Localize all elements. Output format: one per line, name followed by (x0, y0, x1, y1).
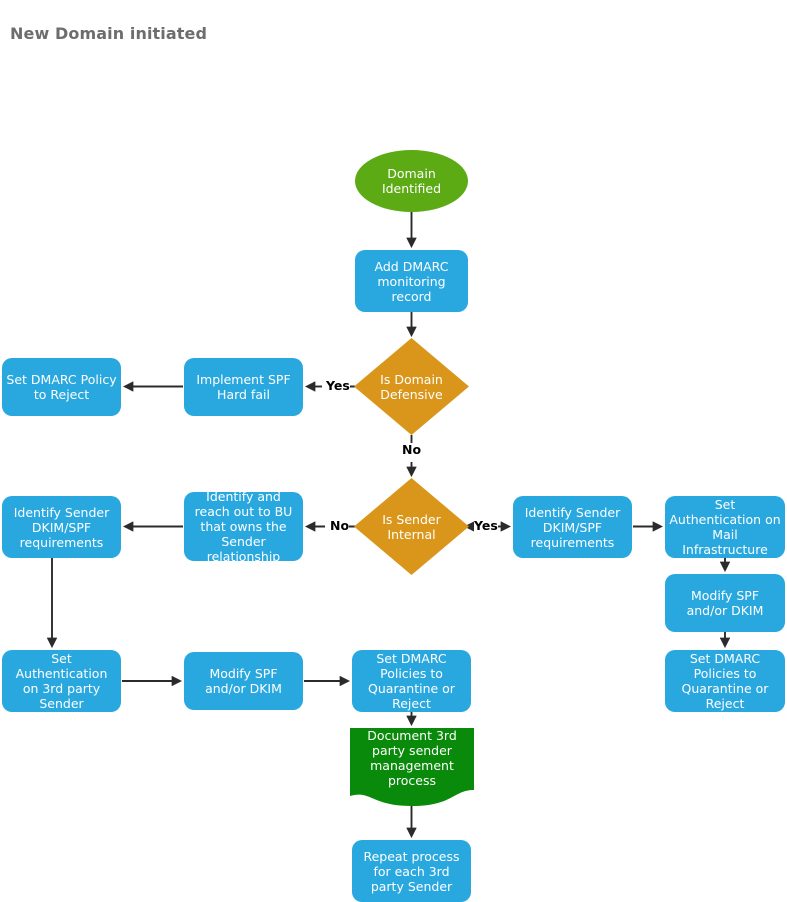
page-title: New Domain initiated (10, 24, 208, 43)
node-set-auth-3rd-party-sender[interactable]: Set Authentication on 3rd party Sender (2, 650, 121, 712)
node-label: Add DMARC monitoring record (374, 258, 449, 304)
node-label: Set DMARC Policies to Quarantine or Reje… (368, 651, 455, 711)
edge-label-domain-defensive-yes: Yes (326, 378, 350, 393)
node-modify-spf-dkim-right[interactable]: Modify SPF and/or DKIM (665, 574, 785, 632)
node-is-sender-internal[interactable]: Is Sender Internal (354, 478, 469, 575)
node-label: Identify Sender DKIM/SPF requirements (524, 504, 621, 550)
node-label: Set DMARC Policies to Quarantine or Reje… (681, 651, 769, 711)
node-add-dmarc-monitoring-record[interactable]: Add DMARC monitoring record (355, 250, 468, 312)
node-label: Set Authentication on 3rd party Sender (15, 651, 108, 711)
node-document-3rd-party-process[interactable]: Document 3rd party sender management pro… (350, 728, 474, 806)
node-label: Document 3rd party sender management pro… (367, 728, 457, 788)
node-identify-sender-requirements-right[interactable]: Identify Sender DKIM/SPF requirements (513, 496, 632, 558)
node-label: Repeat process for each 3rd party Sender (363, 848, 460, 894)
edge-label-sender-internal-yes: Yes (474, 518, 498, 533)
node-label: Set DMARC Policy to Reject (6, 372, 117, 402)
edge-label-sender-internal-no: No (330, 518, 350, 533)
node-identify-reach-out-bu[interactable]: Identify and reach out to BU that owns t… (184, 489, 303, 564)
node-repeat-process[interactable]: Repeat process for each 3rd party Sender (352, 840, 471, 902)
node-label: Domain Identified (381, 166, 442, 196)
node-label: Set Authentication on Mail Infrastructur… (669, 497, 781, 557)
node-label: Modify SPF and/or DKIM (205, 666, 282, 696)
node-domain-identified[interactable]: Domain Identified (355, 150, 468, 212)
node-label: Identify and reach out to BU that owns t… (194, 489, 293, 564)
edge-label-domain-defensive-no: No (402, 442, 422, 457)
node-label: Identify Sender DKIM/SPF requirements (13, 504, 110, 550)
node-label: Implement SPF Hard fail (196, 372, 291, 402)
node-set-dmarc-policies-right[interactable]: Set DMARC Policies to Quarantine or Reje… (665, 650, 785, 712)
node-modify-spf-dkim-bottom[interactable]: Modify SPF and/or DKIM (184, 652, 303, 710)
node-set-auth-mail-infrastructure[interactable]: Set Authentication on Mail Infrastructur… (665, 496, 785, 558)
node-label: Modify SPF and/or DKIM (686, 588, 764, 618)
node-label: Is Sender Internal (382, 511, 441, 542)
node-implement-spf-hard-fail[interactable]: Implement SPF Hard fail (184, 358, 303, 416)
node-set-dmarc-policies-bottom[interactable]: Set DMARC Policies to Quarantine or Reje… (352, 650, 471, 712)
node-set-dmarc-policy-to-reject[interactable]: Set DMARC Policy to Reject (2, 358, 121, 416)
node-identify-sender-requirements-left[interactable]: Identify Sender DKIM/SPF requirements (2, 496, 121, 558)
node-label: Is Domain Defensive (380, 371, 443, 402)
node-is-domain-defensive[interactable]: Is Domain Defensive (354, 338, 469, 435)
